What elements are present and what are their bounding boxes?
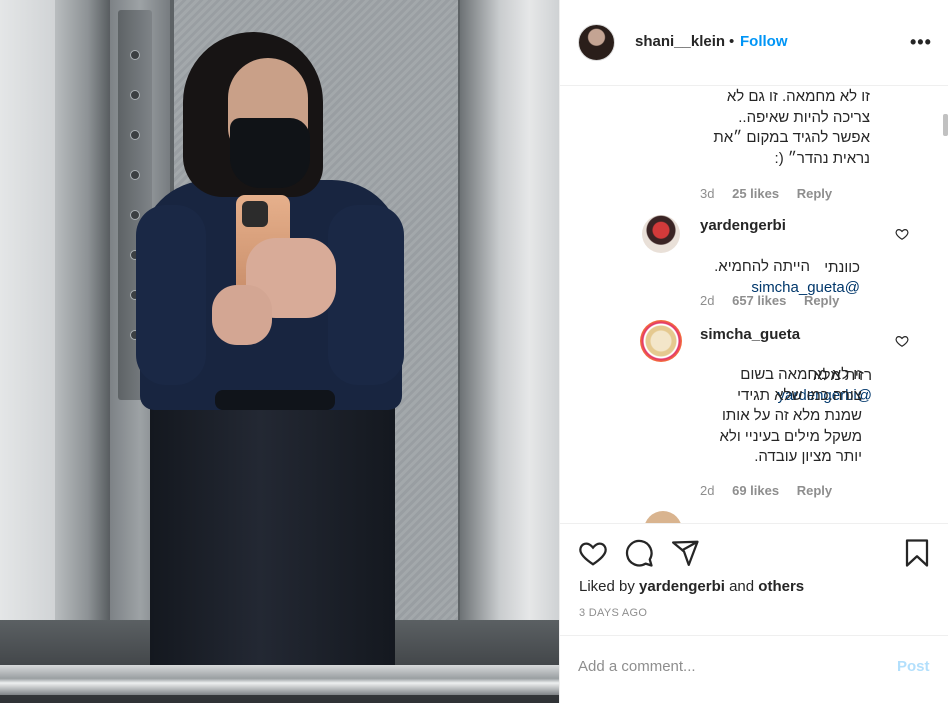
post-comment-button[interactable]: Post [897,658,930,675]
post-actions: Liked by yardengerbi and others 3 DAYS A… [560,523,948,635]
avatar[interactable] [578,24,615,61]
post-header: shani__klein • Follow ••• [560,0,948,86]
avatar[interactable] [644,511,682,523]
comments-list[interactable]: זו לא מחמאה. זו גם לא צריכה להיות שאיפה.… [560,87,948,523]
liked-by-text: Liked by yardengerbi and others [579,578,804,595]
elevator-door-panel [460,0,559,703]
comment-username[interactable]: yardengerbi [700,217,786,234]
post-author-username[interactable]: shani__klein [635,33,725,50]
liked-by-user[interactable]: yardengerbi [639,578,725,595]
bookmark-icon[interactable] [902,538,932,568]
comment-time[interactable]: 3d [700,186,714,201]
post-photo[interactable] [0,0,559,703]
handrail [0,665,559,695]
liked-by-and: and [724,578,759,595]
comment-time[interactable]: 2d [700,293,714,308]
person-hand [212,285,272,345]
reply-button[interactable]: Reply [804,293,839,308]
share-icon[interactable] [670,538,700,568]
like-comment-heart-icon[interactable] [895,227,909,241]
reply-button[interactable]: Reply [797,186,832,201]
liked-by-others[interactable]: others [758,578,804,595]
comment-likes[interactable]: 69 likes [732,483,779,498]
person-face-mask [230,118,310,188]
person-belt [215,390,335,410]
heart-icon[interactable] [578,538,608,568]
post-timestamp[interactable]: 3 DAYS AGO [579,607,647,619]
comment-text-first: כוונתי [824,258,860,276]
comment-icon[interactable] [624,538,654,568]
person-left-arm [136,205,206,385]
reply-button[interactable]: Reply [797,483,832,498]
separator-dot: • [729,33,735,50]
more-options-icon[interactable]: ••• [910,32,932,53]
post-side-panel: shani__klein • Follow ••• זו לא מחמאה. ז… [559,0,948,703]
comment-username[interactable]: simcha_gueta [700,326,800,343]
liked-by-prefix: Liked by [579,578,640,595]
comment-meta: 2d 657 likes Reply [700,293,853,308]
comment-likes[interactable]: 657 likes [732,293,786,308]
like-comment-heart-icon[interactable] [895,334,909,348]
comment-likes[interactable]: 25 likes [732,186,779,201]
comment-time[interactable]: 2d [700,483,714,498]
person-pants [150,392,395,670]
comment-text-rest: זו לא מחמאה בשום צורה.כמו שלא תגידי שמנת… [719,366,862,465]
add-comment-input[interactable] [578,654,878,678]
follow-button[interactable]: Follow [740,33,788,50]
comment-meta: 2d 69 likes Reply [700,483,846,498]
elevator-door-frame [55,0,110,703]
comment-meta: 3d 25 likes Reply [700,186,846,201]
comment-text: זו לא מחמאה. זו גם לא צריכה להיות שאיפה.… [713,88,870,167]
add-comment-bar: Post [560,635,948,703]
comment-text-rest: הייתה להחמיא. [714,258,810,275]
comments-scrollbar[interactable] [943,114,948,136]
person-right-arm [328,205,404,385]
